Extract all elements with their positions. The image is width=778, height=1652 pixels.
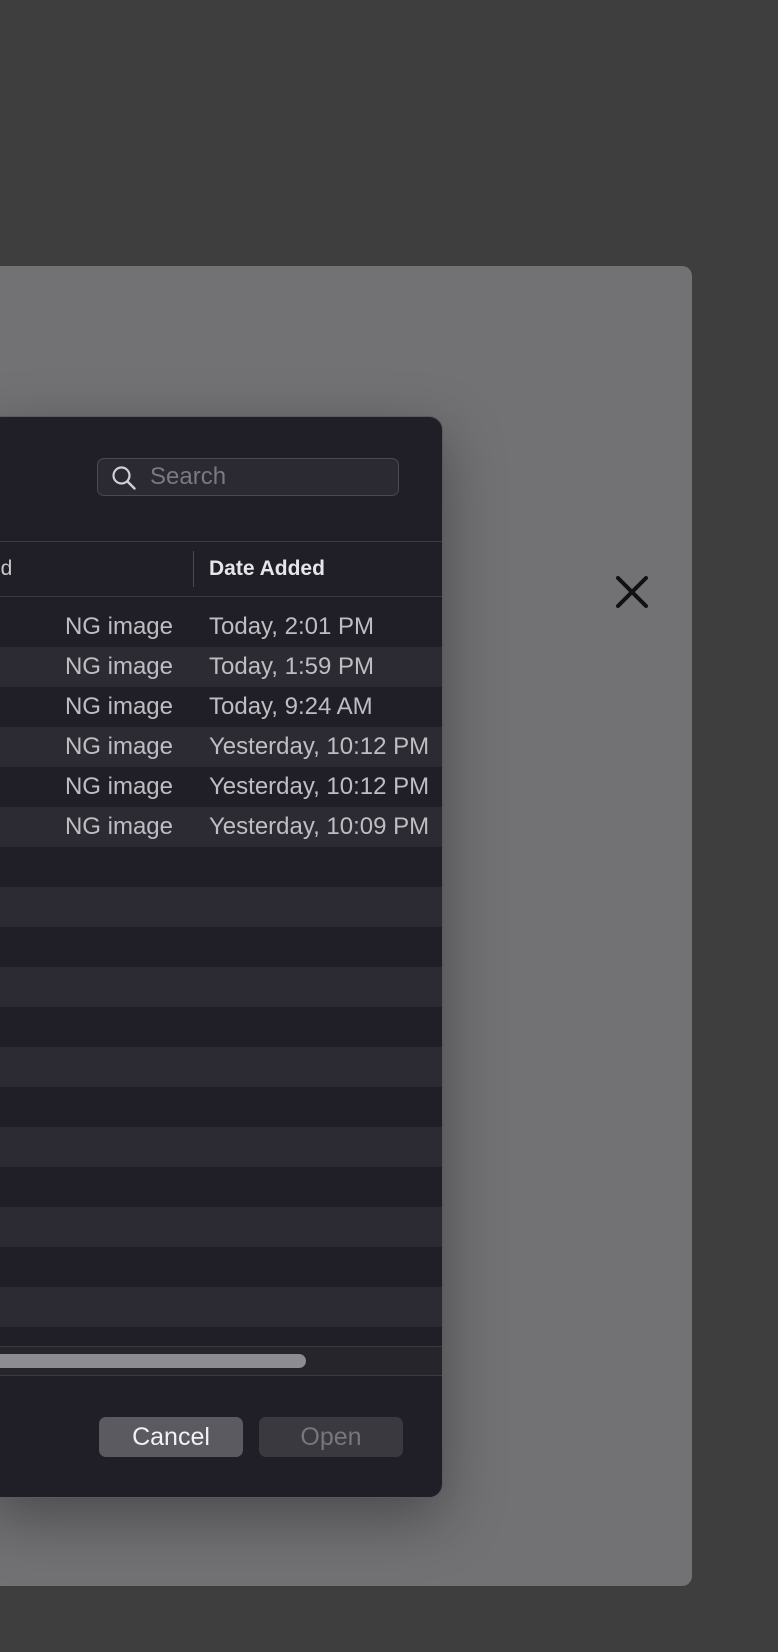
empty-row [0,1087,442,1127]
column-divider[interactable] [193,551,194,587]
table-row[interactable]: NG image Today, 2:01 PM [0,607,442,647]
cell-kind: NG image [64,613,173,640]
cell-date-added: Yesterday, 10:12 PM [209,773,430,800]
close-button[interactable] [612,572,652,612]
cell-kind: NG image [64,693,173,720]
search-input[interactable] [150,459,390,495]
cell-kind: NG image [64,733,173,760]
search-field[interactable] [97,458,399,496]
cancel-button[interactable]: Cancel [99,1417,243,1457]
empty-row [0,1287,442,1327]
empty-row [0,927,442,967]
cell-date-added: Yesterday, 10:12 PM [209,733,430,760]
table-row[interactable]: NG image Yesterday, 10:09 PM [0,807,442,847]
cell-kind: NG image [64,813,173,840]
empty-row [0,1207,442,1247]
table-row[interactable]: NG image Yesterday, 10:12 PM [0,767,442,807]
cell-kind: NG image [64,653,173,680]
close-icon [616,576,648,608]
cell-date-added: Today, 1:59 PM [209,653,374,680]
empty-row [0,887,442,927]
empty-row [0,1247,442,1287]
scrollbar-thumb[interactable] [0,1354,306,1368]
table-row[interactable]: NG image Today, 1:59 PM [0,647,442,687]
table-row[interactable]: NG image Today, 9:24 AM [0,687,442,727]
file-list: NG image Today, 2:01 PM NG image Today, … [0,607,442,1367]
empty-row [0,967,442,1007]
column-header-date-added[interactable]: Date Added [209,542,325,596]
open-button[interactable]: Open [259,1417,403,1457]
table-row[interactable]: NG image Yesterday, 10:12 PM [0,727,442,767]
search-icon [112,466,136,490]
horizontal-scrollbar[interactable] [0,1346,442,1376]
cell-date-added: Yesterday, 10:09 PM [209,813,430,840]
file-open-dialog: nd Date Added NG image Today, 2:01 PM NG… [0,416,443,1498]
empty-row [0,1167,442,1207]
empty-row [0,1007,442,1047]
empty-row [0,847,442,887]
cell-kind: NG image [64,773,173,800]
empty-row [0,1047,442,1087]
file-list-header: nd Date Added [0,541,442,597]
cell-date-added: Today, 2:01 PM [209,613,374,640]
empty-row [0,1127,442,1167]
cell-date-added: Today, 9:24 AM [209,693,373,720]
column-header-kind[interactable]: nd [0,542,179,596]
